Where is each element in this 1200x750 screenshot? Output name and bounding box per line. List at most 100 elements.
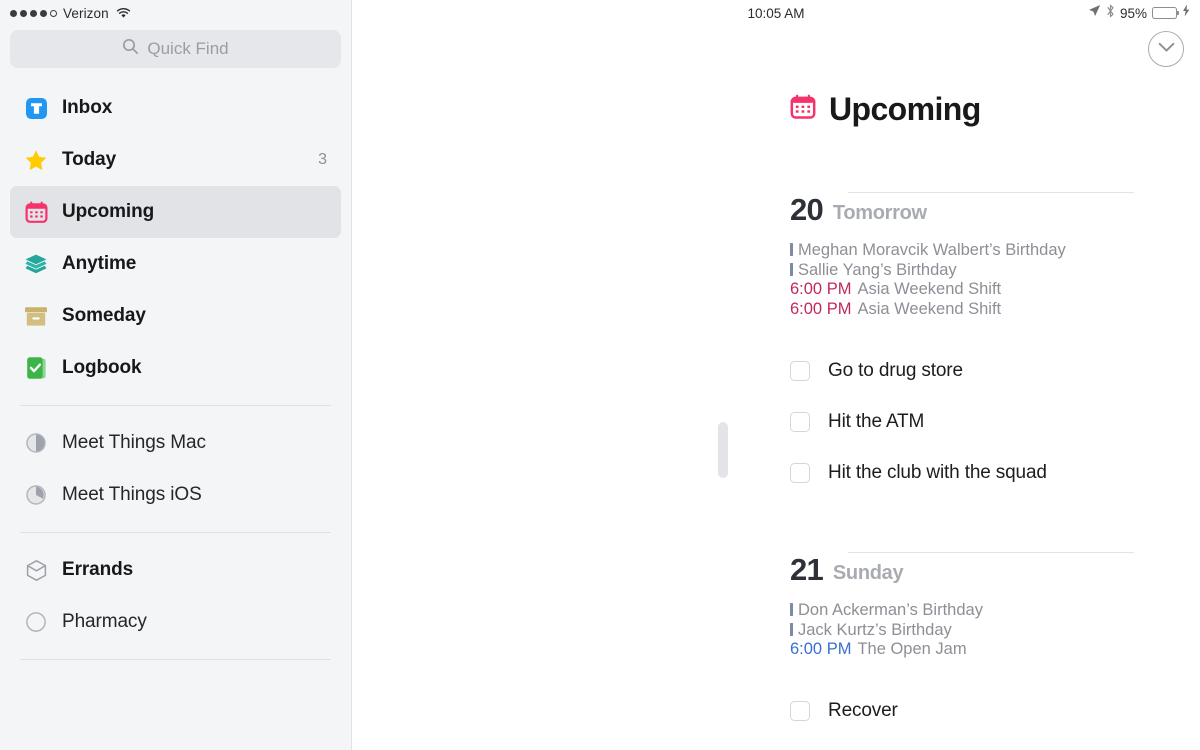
sidebar-item-label: Logbook [62,357,142,378]
sidebar-item-label: Upcoming [62,201,155,222]
calendar-event[interactable]: Sallie Yang’s Birthday [790,261,1134,281]
sidebar-item-label: Meet Things Mac [62,432,206,453]
calendar-event[interactable]: 6:00 PM Asia Weekend Shift [790,280,1134,300]
event-title: Jack Kurtz’s Birthday [798,620,952,639]
calendar-event[interactable]: 6:00 PM The Open Jam [790,640,1134,660]
page-title-row: Upcoming [352,26,1200,128]
sidebar-item-label: Inbox [62,97,113,118]
main-panel: 10:05 AM 95% Upcoming 20 Tomorrow Meghan… [352,0,1200,750]
sidebar-item-label: Anytime [62,253,137,274]
sidebar-divider-3 [20,659,331,660]
signal-dot-filled [10,9,17,17]
sidebar-item-pharmacy[interactable]: Pharmacy [10,596,341,648]
signal-dot-filled [40,9,47,17]
event-time: 6:00 PM [790,280,852,298]
signal-dot-filled [30,9,37,17]
upcoming-days-list: 20 Tomorrow Meghan Moravcik Walbert’s Birt… [352,184,1200,750]
event-color-bar [790,262,793,276]
calendar-events: Meghan Moravcik Walbert’s Birthday Sallie… [790,241,1134,319]
sidebar-divider-1 [20,405,331,406]
event-title: Asia Weekend Shift [857,299,1002,318]
todo-label: Go to drug store [828,359,963,381]
sidebar: Verizon Quick Find Inbox Today 3 Upcomin… [0,0,352,750]
calendar-events: Don Ackerman’s Birthday Jack Kurtz’s Birt… [790,601,1134,660]
day-header: 20 Tomorrow [790,184,1134,225]
project-circle-icon [24,610,48,634]
sidebar-item-count: 3 [318,151,327,168]
todo-item[interactable]: Recover [790,686,1134,737]
page-title: Upcoming [829,91,981,127]
sidebar-item-label: Someday [62,305,146,326]
todo-checkbox[interactable] [790,360,810,381]
calendar-icon [24,200,48,224]
signal-strength-icon [10,9,57,17]
todo-checkbox[interactable] [790,701,810,721]
status-bar-clock: 10:05 AM [747,5,805,21]
carrier-label: Verizon [63,5,109,21]
event-title: Asia Weekend Shift [857,280,1002,298]
sidebar-primary-list: Inbox Today 3 Upcoming Anytime Someday L… [0,68,351,394]
search-icon [122,38,139,60]
quick-find-placeholder: Quick Find [147,39,229,58]
vertical-scrollbar[interactable] [718,422,728,478]
day-name: Sunday [832,562,904,584]
event-time: 6:00 PM [790,299,852,318]
calendar-event[interactable]: 6:00 PM Asia Weekend Shift [790,300,1134,320]
sidebar-item-anytime[interactable]: Anytime [10,238,341,290]
battery-icon [1152,7,1180,19]
calendar-event[interactable]: Jack Kurtz’s Birthday [790,621,1134,641]
event-time: 6:00 PM [790,640,852,658]
lightning-bolt-icon [1182,4,1190,22]
day-group-spacer [790,498,1134,538]
sidebar-item-inbox[interactable]: Inbox [10,82,341,134]
todo-checkbox[interactable] [790,462,810,483]
todo-item[interactable]: Go to drug store [790,345,1134,396]
calendar-icon [790,94,816,125]
event-title: Sallie Yang’s Birthday [798,260,957,279]
sidebar-item-errands[interactable]: Errands [10,544,341,596]
day-group-spacer [790,737,1134,750]
sidebar-item-meet-things-ios[interactable]: Meet Things iOS [10,469,341,521]
todo-item[interactable]: Hit the club with the squad [790,447,1134,498]
todo-list: Recover [790,686,1134,737]
quick-find-input[interactable]: Quick Find [10,30,341,68]
event-title: Meghan Moravcik Walbert’s Birthday [798,241,1066,259]
day-separator [848,192,1134,193]
sidebar-item-meet-things-mac[interactable]: Meet Things Mac [10,417,341,469]
archive-box-icon [24,304,48,328]
signal-dot-empty [50,9,57,17]
day-name: Tomorrow [832,202,927,224]
day-header: 21 Sunday [790,544,1134,585]
sidebar-item-today[interactable]: Today 3 [10,134,341,186]
project-progress-icon [24,431,48,455]
day-group: 20 Tomorrow Meghan Moravcik Walbert’s Birt… [790,184,1134,538]
todo-checkbox[interactable] [790,411,810,432]
sidebar-item-logbook[interactable]: Logbook [10,342,341,394]
todo-label: Hit the ATM [828,410,925,432]
calendar-event[interactable]: Meghan Moravcik Walbert’s Birthday [790,241,1134,261]
star-icon [24,148,48,172]
collapse-all-button[interactable] [1148,31,1184,67]
day-number: 21 [790,552,824,587]
event-title: Don Ackerman’s Birthday [798,601,983,619]
status-bar-main: 10:05 AM 95% [352,0,1200,26]
todo-list: Go to drug store Hit the ATM Hit the club … [790,345,1134,498]
todo-label: Hit the club with the squad [828,461,1047,483]
status-bar-indicators: 95% [1088,4,1190,23]
things-app-window: Verizon Quick Find Inbox Today 3 Upcomin… [0,0,1200,750]
event-color-bar [790,622,793,636]
todo-item[interactable]: Hit the ATM [790,396,1134,447]
project-progress-icon [24,483,48,507]
sidebar-item-label: Pharmacy [62,611,147,632]
sidebar-item-upcoming[interactable]: Upcoming [10,186,341,238]
calendar-event[interactable]: Don Ackerman’s Birthday [790,601,1134,621]
sidebar-item-label: Errands [62,559,134,580]
logbook-icon [24,356,48,380]
day-number: 20 [790,192,824,227]
battery-percent-label: 95% [1119,5,1147,21]
event-title: The Open Jam [857,640,967,658]
location-arrow-icon [1088,4,1101,22]
day-group: 21 Sunday Don Ackerman’s Birthday Jack Kurt… [790,544,1134,750]
layers-icon [24,252,48,276]
sidebar-item-someday[interactable]: Someday [10,290,341,342]
